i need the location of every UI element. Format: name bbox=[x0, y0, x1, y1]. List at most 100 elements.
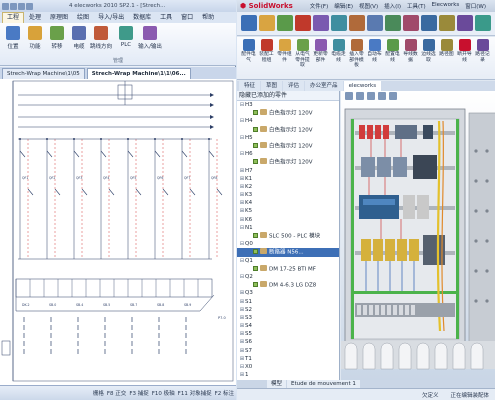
tree-row[interactable]: DM 17-25 BTI MF bbox=[237, 264, 339, 273]
schematic-sheet[interactable]: QF1 QF2 QF3 QF4 QF5 QF6 QF7 QF8 DK.2 SB.0 SB.4 SB.5… bbox=[0, 79, 236, 385]
sw-menu-item-3[interactable]: 插入(I) bbox=[381, 2, 404, 10]
component-checkbox[interactable] bbox=[253, 110, 258, 116]
status-toggle-4[interactable]: F11 对象捕捉 bbox=[178, 389, 212, 397]
menu-item-6[interactable]: 工具 bbox=[156, 13, 176, 23]
command-button-7[interactable]: 自动布线 bbox=[366, 39, 383, 63]
menu-item-2[interactable]: 原理图 bbox=[46, 13, 72, 23]
menu-item-3[interactable]: 绘图 bbox=[73, 13, 93, 23]
toolbar-tool-icon[interactable] bbox=[439, 15, 455, 31]
command-button-10[interactable]: 边线选取 bbox=[420, 39, 437, 63]
tree-row[interactable]: ⊟Q1 bbox=[237, 257, 339, 265]
command-button-1[interactable]: 装配工程组 bbox=[258, 39, 275, 63]
tree-row[interactable]: 断路器 N56... bbox=[237, 248, 339, 257]
menu-item-1[interactable]: 处理 bbox=[25, 13, 45, 23]
app-menu-icon[interactable] bbox=[2, 2, 9, 10]
tree-row[interactable]: ⊞S3 bbox=[237, 314, 339, 322]
status-toggle-2[interactable]: F3 捕捉 bbox=[129, 389, 148, 397]
new-icon[interactable] bbox=[10, 2, 17, 10]
toolbar-tool-icon[interactable] bbox=[475, 15, 491, 31]
sw-menu-item-4[interactable]: 工具(T) bbox=[404, 2, 429, 10]
ribbon-button-2[interactable]: 转移 bbox=[46, 26, 68, 50]
command-button-2[interactable]: 零件组件 bbox=[276, 39, 293, 63]
document-tab-1[interactable]: Strech-Wrap Machine\1\1\06... bbox=[86, 68, 191, 79]
component-checkbox[interactable] bbox=[253, 249, 258, 255]
sw-menu-item-5[interactable]: Elecworks bbox=[429, 2, 463, 10]
command-button-4[interactable]: 更新零部件 bbox=[312, 39, 329, 63]
component-checkbox[interactable] bbox=[253, 233, 258, 238]
tree-row[interactable]: ⊞S4 bbox=[237, 322, 339, 330]
model-tab-1[interactable]: Etude de mouvement 1 bbox=[287, 380, 360, 388]
toolbar-tool-icon[interactable] bbox=[349, 15, 365, 31]
toolbar-tool-icon[interactable] bbox=[385, 15, 401, 31]
status-toggle-1[interactable]: F8 正交 bbox=[107, 389, 126, 397]
command-button-5[interactable]: 电缆走线 bbox=[330, 39, 347, 63]
tree-row[interactable]: ⊟X0 bbox=[237, 363, 339, 371]
toolbar-tool-icon[interactable] bbox=[457, 15, 473, 31]
tree-row[interactable]: ⊞1 bbox=[237, 371, 339, 379]
toolbar-tool-icon[interactable] bbox=[421, 15, 437, 31]
tree-row[interactable]: ⊟H4 bbox=[237, 117, 339, 125]
tree-row[interactable]: ⊟Q0 bbox=[237, 240, 339, 248]
tree-row[interactable]: ⊟H5 bbox=[237, 134, 339, 142]
tab-4[interactable]: elecworks bbox=[343, 81, 382, 91]
command-button-11[interactable]: 路径图 bbox=[438, 39, 455, 58]
tab-3[interactable]: 办公室产品 bbox=[305, 81, 343, 91]
menu-item-8[interactable]: 帮助 bbox=[198, 13, 218, 23]
tree-row[interactable]: ⊞S7 bbox=[237, 347, 339, 355]
menu-item-0[interactable]: 工程 bbox=[2, 12, 25, 23]
tree-row[interactable]: ⊞K3 bbox=[237, 191, 339, 199]
toolbar-tool-icon[interactable] bbox=[259, 15, 275, 31]
display-style-icon[interactable] bbox=[389, 92, 397, 100]
sw-menu-item-0[interactable]: 文件(F) bbox=[307, 2, 331, 10]
toolbar-tool-icon[interactable] bbox=[295, 15, 311, 31]
command-button-6[interactable]: 插入零部件模板 bbox=[348, 39, 365, 69]
toolbar-tool-icon[interactable] bbox=[331, 15, 347, 31]
status-toggle-0[interactable]: 栅格 bbox=[93, 389, 104, 397]
document-tab-0[interactable]: Strech-Wrap Machine\1\05 bbox=[2, 68, 85, 79]
command-button-13[interactable]: 路径记录 bbox=[474, 39, 491, 63]
command-button-0[interactable]: 配件电气 bbox=[240, 39, 257, 63]
command-button-8[interactable]: 配置电线 bbox=[384, 39, 401, 63]
tree-row[interactable]: ⊞K2 bbox=[237, 183, 339, 191]
zoom-area-icon[interactable] bbox=[356, 92, 364, 100]
tree-row[interactable]: DM 4-6.3 LG DZ8 bbox=[237, 281, 339, 289]
component-checkbox[interactable] bbox=[253, 159, 258, 165]
menu-item-7[interactable]: 窗口 bbox=[177, 13, 197, 23]
sw-menu-item-2[interactable]: 视图(V) bbox=[356, 2, 381, 10]
tree-row[interactable]: ⊞S6 bbox=[237, 338, 339, 346]
command-button-12[interactable]: 断开导线 bbox=[456, 39, 473, 63]
component-checkbox[interactable] bbox=[253, 126, 258, 132]
tree-row[interactable]: ⊟H6 bbox=[237, 150, 339, 158]
tree-row[interactable]: ⊞Q3 bbox=[237, 289, 339, 297]
tree-row[interactable]: ⊞T1 bbox=[237, 355, 339, 363]
sw-menu-item-1[interactable]: 编辑(E) bbox=[331, 2, 356, 10]
tree-row[interactable]: ⊞S1 bbox=[237, 298, 339, 306]
save-icon[interactable] bbox=[26, 2, 33, 10]
tab-1[interactable]: 草图 bbox=[261, 81, 283, 91]
tree-row[interactable]: ⊞S2 bbox=[237, 306, 339, 314]
component-checkbox[interactable] bbox=[253, 282, 258, 288]
ribbon-button-6[interactable]: 输入/输出 bbox=[138, 26, 162, 50]
tree-row[interactable]: ⊞K6 bbox=[237, 216, 339, 224]
toolbar-tool-icon[interactable] bbox=[241, 15, 257, 31]
ribbon-button-4[interactable]: 跳线方向 bbox=[90, 26, 112, 50]
tree-row[interactable]: 白色指示灯 120V bbox=[237, 158, 339, 166]
cabinet-3d-model[interactable] bbox=[341, 91, 495, 380]
tree-row[interactable]: ⊞K5 bbox=[237, 207, 339, 215]
tree-row[interactable]: ⊟N1 bbox=[237, 224, 339, 232]
zoom-fit-icon[interactable] bbox=[345, 92, 353, 100]
tree-row[interactable]: 白色指示灯 120V bbox=[237, 141, 339, 150]
ribbon-button-1[interactable]: 功能 bbox=[24, 26, 46, 50]
ribbon-button-3[interactable]: 电缆 bbox=[68, 26, 90, 50]
toolbar-tool-icon[interactable] bbox=[277, 15, 293, 31]
status-toggle-3[interactable]: F10 极轴 bbox=[152, 389, 175, 397]
ribbon-button-0[interactable]: 位置 bbox=[2, 26, 24, 50]
3d-viewport[interactable] bbox=[341, 91, 495, 380]
tab-0[interactable]: 特征 bbox=[239, 81, 261, 91]
toolbar-tool-icon[interactable] bbox=[367, 15, 383, 31]
command-button-3[interactable]: 从电气零件提取 bbox=[294, 39, 311, 69]
tree-row[interactable]: ⊞K1 bbox=[237, 175, 339, 183]
component-checkbox[interactable] bbox=[253, 142, 258, 148]
status-toggle-5[interactable]: F2 标注 bbox=[215, 389, 234, 397]
command-button-9[interactable]: 导线数据 bbox=[402, 39, 419, 63]
